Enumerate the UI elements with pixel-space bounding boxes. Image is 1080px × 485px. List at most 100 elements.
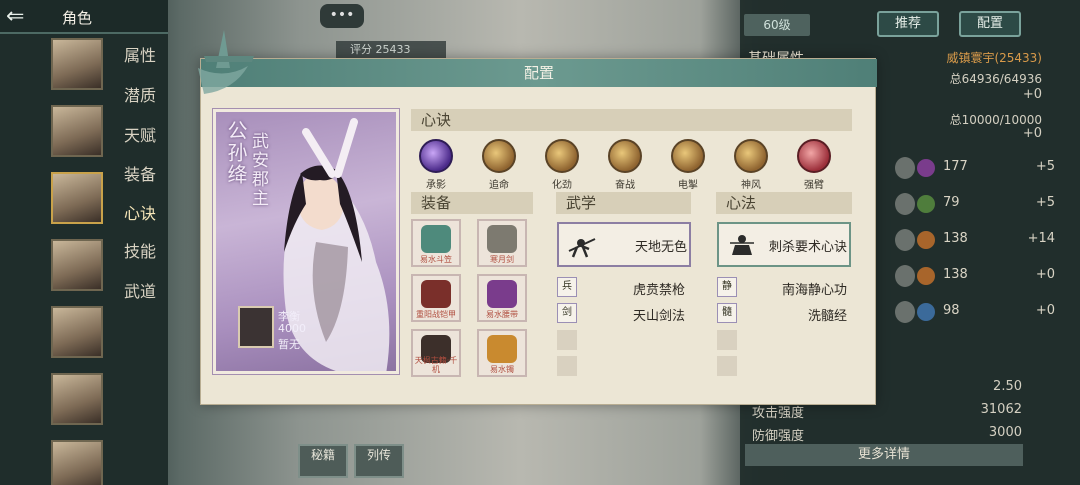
skill-slot[interactable]: 强臂 [789,139,839,191]
empty-slot[interactable] [557,356,577,376]
empty-slot[interactable] [717,356,737,376]
stat-gem-icon [917,303,935,321]
stat-type-icon [895,157,915,179]
hero-portrait[interactable] [51,373,103,425]
companion-portrait[interactable] [238,306,274,348]
equipment-item-icon [421,225,451,253]
equipment-slot[interactable]: 重阳战铠甲 [411,274,461,322]
config-button[interactable]: 配置 [959,11,1021,37]
xinfa-main-label: 刺杀要术心诀 [768,240,847,255]
config-dialog: 配置 公孙绛 武安郡主 李衡 4000 暂无 心诀 装备 武学 天地无色 兵 虎… [200,58,877,405]
skill-slot[interactable]: 奋战 [600,139,650,191]
skill-orb-icon [482,139,516,173]
mp-delta: +0 [1022,126,1042,141]
equipment-item-icon [487,335,517,363]
hero-portrait[interactable] [51,172,103,224]
hero-portrait[interactable] [51,440,103,485]
skill-orb-icon [734,139,768,173]
equipment-label: 重阳战铠甲 [416,310,456,319]
character-card: 公孙绛 武安郡主 李衡 4000 暂无 [213,109,399,374]
empty-slot[interactable] [557,330,577,350]
stat-value: 98 [943,303,960,318]
equipment-label: 天枫古籍·千机 [414,356,458,374]
xinjue-heading: 心诀 [411,109,852,131]
character-title: 武安郡主 [248,132,268,208]
equipment-item-icon [421,280,451,308]
tab-potential[interactable]: 潜质 [124,82,156,106]
skill-label: 电掣 [678,180,698,191]
stat-delta: +14 [1027,231,1055,246]
wuxue-heading: 武学 [556,192,691,214]
skill-slot[interactable]: 化劲 [537,139,587,191]
xinfa-sub-label: 洗髓经 [807,309,847,324]
hero-portrait[interactable] [51,239,103,291]
xinfa-heading: 心法 [716,192,852,214]
realm-label: 威镇寰宇(25433) [946,51,1042,65]
equipment-slot[interactable]: 易水斗笠 [411,219,461,267]
score-label: 评分 25433 [336,41,446,59]
xinfa-sub-slot[interactable]: 髓 洗髓经 [717,303,847,324]
wuxue-main-slot[interactable]: 天地无色 [557,222,691,267]
recommend-button[interactable]: 推荐 [877,11,939,37]
skill-slot[interactable]: 神风 [726,139,776,191]
empty-slot[interactable] [717,330,737,350]
hp-total: 总64936/64936 [949,72,1042,86]
wuxue-sub-slot[interactable]: 剑 天山剑法 [557,303,685,324]
hero-portrait[interactable] [51,306,103,358]
tab-secret-book[interactable]: 秘籍 [298,444,348,478]
equipment-slot[interactable]: 易水镯 [477,329,527,377]
sidebar: 属性 潜质 天赋 装备 心诀 技能 武道 [0,34,168,485]
companion-power: 4000 [278,322,306,335]
skill-label: 强臂 [804,180,824,191]
tab-talent[interactable]: 天赋 [124,122,156,146]
dialog-title: 配置 [523,64,554,82]
hero-portrait[interactable] [51,105,103,157]
skill-label: 神风 [741,180,761,191]
tab-xinjue[interactable]: 心诀 [124,200,156,224]
xinfa-sub-slot[interactable]: 静 南海静心功 [717,277,847,298]
equipment-slot[interactable]: 寒月剑 [477,219,527,267]
stat-gem-icon [917,267,935,285]
tab-martial-way[interactable]: 武道 [124,278,156,302]
stat-row: 177 +5 [895,157,1065,179]
xinfa-main-slot[interactable]: 刺杀要术心诀 [717,222,851,267]
equip-heading: 装备 [411,192,533,214]
equipment-slot[interactable]: 易水腰带 [477,274,527,322]
companion-status: 暂无 [278,338,300,351]
bottom-tabs: 秘籍 列传 [298,444,418,478]
stat-gem-icon [917,159,935,177]
equipment-label: 寒月剑 [490,255,514,264]
stat-gem-icon [917,195,935,213]
stat-value: 79 [943,195,960,210]
skill-slot[interactable]: 追命 [474,139,524,191]
tab-equipment[interactable]: 装备 [124,161,156,185]
stat-type-icon [895,229,915,251]
tab-biography[interactable]: 列传 [354,444,404,478]
stat-row: 138 +0 [895,265,1065,287]
stat-delta: +0 [1035,303,1055,318]
back-arrow-icon[interactable]: ⇐ [6,4,46,30]
martial-icon: 兵 [557,277,577,297]
equipment-slot[interactable]: 天枫古籍·千机 [411,329,461,377]
equipment-label: 易水斗笠 [420,255,452,264]
hero-portrait[interactable] [51,38,103,90]
more-detail-button[interactable]: 更多详情 [745,444,1023,466]
stat-value: 138 [943,231,968,246]
wuxue-main-label: 天地无色 [634,240,687,255]
header-ornament-icon [198,30,254,94]
meditation-icon: 髓 [717,303,737,323]
stat-type-icon [895,193,915,215]
hp-delta: +0 [1022,87,1042,102]
chat-bubble-button[interactable]: ••• [320,4,364,28]
skill-slot[interactable]: 承影 [411,139,461,191]
wuxue-sub-slot[interactable]: 兵 虎贲禁枪 [557,277,685,298]
skill-slot[interactable]: 电掣 [663,139,713,191]
skill-orb-icon [797,139,831,173]
stat-delta: +5 [1035,159,1055,174]
skill-orb-icon [608,139,642,173]
tab-attributes[interactable]: 属性 [124,42,156,66]
stat-delta: +0 [1035,267,1055,282]
tab-skills[interactable]: 技能 [124,238,156,262]
equipment-item-icon [487,225,517,253]
xinfa-sub-label: 南海静心功 [781,283,847,298]
